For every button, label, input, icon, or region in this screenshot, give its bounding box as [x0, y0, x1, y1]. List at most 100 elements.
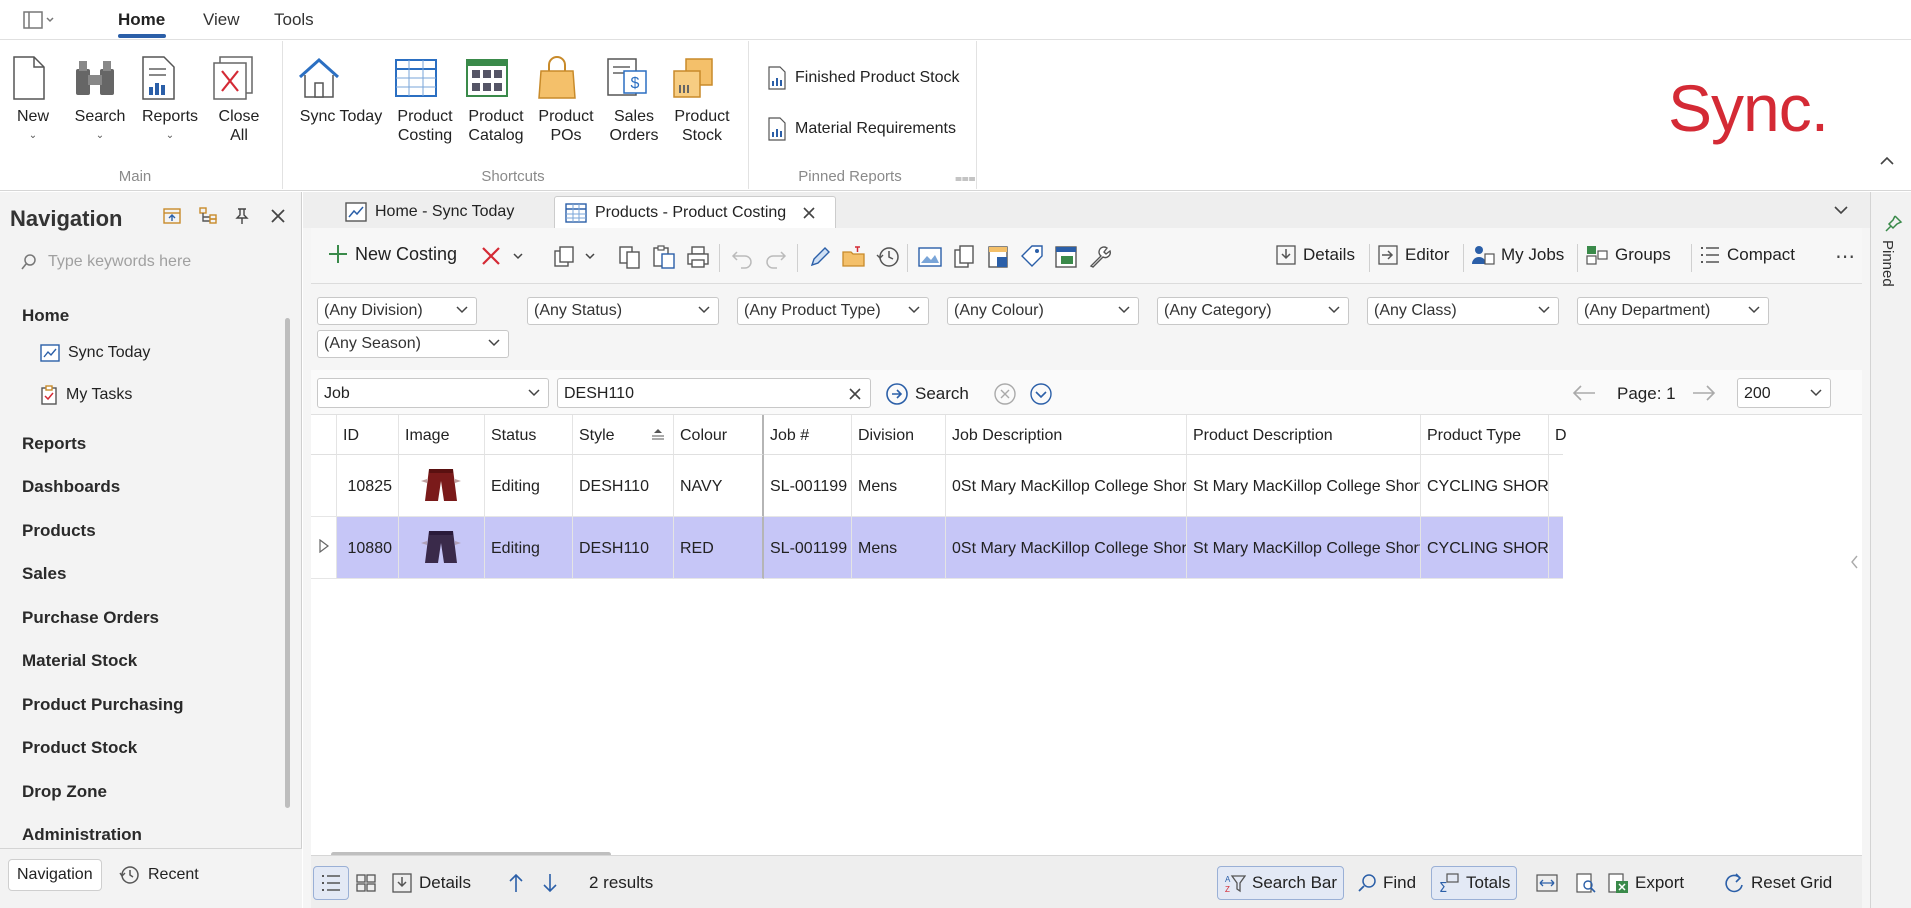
column-header-image[interactable]: Image [399, 415, 485, 455]
move-down-icon[interactable] [535, 866, 565, 900]
shortcut-sales-orders[interactable]: $ Sales Orders [604, 55, 664, 145]
totals-toggle[interactable]: Σ Totals [1431, 866, 1518, 900]
paste-icon[interactable] [651, 244, 677, 270]
prev-page-icon[interactable] [1571, 382, 1597, 404]
filter-category[interactable]: (Any Category) [1157, 297, 1349, 325]
nav-section-products[interactable]: Products [22, 521, 96, 541]
expand-search-icon[interactable] [1029, 382, 1053, 406]
pinned-sidebar[interactable]: Pinned [1870, 192, 1911, 908]
nav-section-product-stock[interactable]: Product Stock [22, 738, 137, 758]
search-field-select[interactable]: Job [317, 378, 549, 408]
nav-section-sales[interactable]: Sales [22, 564, 66, 584]
card-view-button[interactable] [349, 866, 383, 900]
shortcut-product-pos[interactable]: Product POs [534, 55, 598, 145]
nav-pin-icon[interactable] [232, 206, 254, 228]
reports-button[interactable]: Reports ⌄ [138, 55, 202, 145]
column-header-product-type[interactable]: Product Type [1421, 415, 1549, 455]
details-button[interactable]: Details [1275, 244, 1355, 266]
image-icon[interactable] [917, 244, 943, 270]
tag-icon[interactable] [1019, 244, 1045, 270]
open-folder-icon[interactable] [841, 244, 867, 270]
column-header-division[interactable]: Division [852, 415, 946, 455]
edit-pencil-icon[interactable] [807, 244, 833, 270]
shortcut-sync-today[interactable]: Sync Today [296, 55, 386, 126]
doc-tab-home-sync-today[interactable]: Home - Sync Today [335, 196, 524, 228]
shortcut-product-catalog[interactable]: Product Catalog [464, 55, 528, 145]
next-page-icon[interactable] [1691, 382, 1717, 404]
nav-close-icon[interactable] [268, 206, 290, 228]
list-view-button[interactable] [313, 866, 349, 900]
history-icon[interactable] [875, 244, 901, 270]
menu-tab-home[interactable]: Home [118, 10, 165, 30]
document-copy-icon[interactable] [951, 244, 977, 270]
column-header-id[interactable]: ID [337, 415, 399, 455]
reset-grid-button[interactable]: Reset Grid [1717, 866, 1838, 900]
filter-season[interactable]: (Any Season) [317, 330, 509, 358]
nav-section-purchase-orders[interactable]: Purchase Orders [22, 608, 159, 628]
copy-record-icon[interactable] [551, 244, 577, 270]
search-input[interactable]: DESH110 [557, 378, 871, 408]
new-button[interactable]: New ⌄ [10, 55, 56, 145]
nav-section-home[interactable]: Home [22, 306, 69, 326]
nav-item-my-tasks[interactable]: My Tasks [40, 385, 132, 405]
page-size-select[interactable]: 200 [1737, 378, 1831, 408]
filter-class[interactable]: (Any Class) [1367, 297, 1559, 325]
filter-status[interactable]: (Any Status) [527, 297, 719, 325]
pinned-report-finished-product-stock[interactable]: Finished Product Stock [767, 66, 960, 90]
more-options-icon[interactable]: ⋯ [1835, 244, 1855, 269]
column-header-colour[interactable]: Colour [674, 415, 764, 455]
group-options-icon[interactable]: ⩶ [955, 171, 976, 186]
nav-tab-navigation[interactable]: Navigation [8, 859, 102, 891]
column-header-job[interactable]: Job # [764, 415, 852, 455]
export-button[interactable]: Export [1601, 866, 1690, 900]
delete-icon[interactable] [479, 244, 505, 270]
nav-section-dashboards[interactable]: Dashboards [22, 477, 120, 497]
nav-pin-top-icon[interactable] [162, 206, 184, 228]
menu-tab-tools[interactable]: Tools [274, 10, 314, 30]
nav-tab-recent[interactable]: Recent [110, 859, 207, 891]
clear-search-icon[interactable] [993, 382, 1017, 406]
chevron-down-icon[interactable] [511, 244, 525, 270]
copy-icon[interactable] [617, 244, 643, 270]
filter-colour[interactable]: (Any Colour) [947, 297, 1139, 325]
nav-section-material-stock[interactable]: Material Stock [22, 651, 137, 671]
menu-tab-view[interactable]: View [203, 10, 240, 30]
status-details-button[interactable]: Details [385, 866, 477, 900]
app-menu-icon[interactable] [22, 10, 56, 30]
find-button[interactable]: Find [1351, 866, 1422, 900]
search-button[interactable]: Search [885, 382, 969, 406]
new-costing-button[interactable]: New Costing [327, 243, 457, 265]
search-bar-toggle[interactable]: AZ Search Bar [1217, 866, 1345, 900]
nav-tree-icon[interactable] [198, 206, 220, 228]
move-up-icon[interactable] [501, 866, 531, 900]
filter-department[interactable]: (Any Department) [1577, 297, 1769, 325]
best-fit-columns-icon[interactable] [1529, 866, 1565, 900]
groups-button[interactable]: Groups [1585, 244, 1671, 266]
wrench-icon[interactable] [1087, 244, 1113, 270]
shortcut-product-costing[interactable]: Product Costing [393, 55, 457, 145]
nav-section-drop-zone[interactable]: Drop Zone [22, 782, 107, 802]
column-header-d[interactable]: D [1549, 415, 1567, 455]
print-icon[interactable] [685, 244, 711, 270]
column-header-product-description[interactable]: Product Description [1187, 415, 1421, 455]
undo-icon[interactable] [729, 244, 755, 270]
chevron-left-icon[interactable] [1851, 555, 1859, 569]
nav-item-sync-today[interactable]: Sync Today [40, 344, 150, 362]
price-list-icon[interactable] [1053, 244, 1079, 270]
doc-tab-product-costing[interactable]: Products - Product Costing [554, 196, 836, 228]
close-all-button[interactable]: Close All [210, 55, 268, 145]
tabs-overflow-icon[interactable] [1833, 204, 1849, 216]
compact-button[interactable]: Compact [1699, 244, 1795, 266]
nav-section-administration[interactable]: Administration [22, 825, 142, 845]
search-button[interactable]: Search ⌄ [72, 55, 128, 145]
print-preview-icon[interactable] [1569, 866, 1603, 900]
filter-product-type[interactable]: (Any Product Type) [737, 297, 929, 325]
nav-scrollbar[interactable] [285, 318, 290, 808]
collapse-ribbon-icon[interactable] [1879, 155, 1895, 167]
redo-icon[interactable] [763, 244, 789, 270]
filter-division[interactable]: (Any Division) [317, 297, 477, 325]
shortcut-product-stock[interactable]: Product Stock [670, 55, 734, 145]
nav-search[interactable]: Type keywords here [20, 249, 280, 275]
my-jobs-button[interactable]: My Jobs [1471, 244, 1564, 266]
column-header-status[interactable]: Status [485, 415, 573, 455]
